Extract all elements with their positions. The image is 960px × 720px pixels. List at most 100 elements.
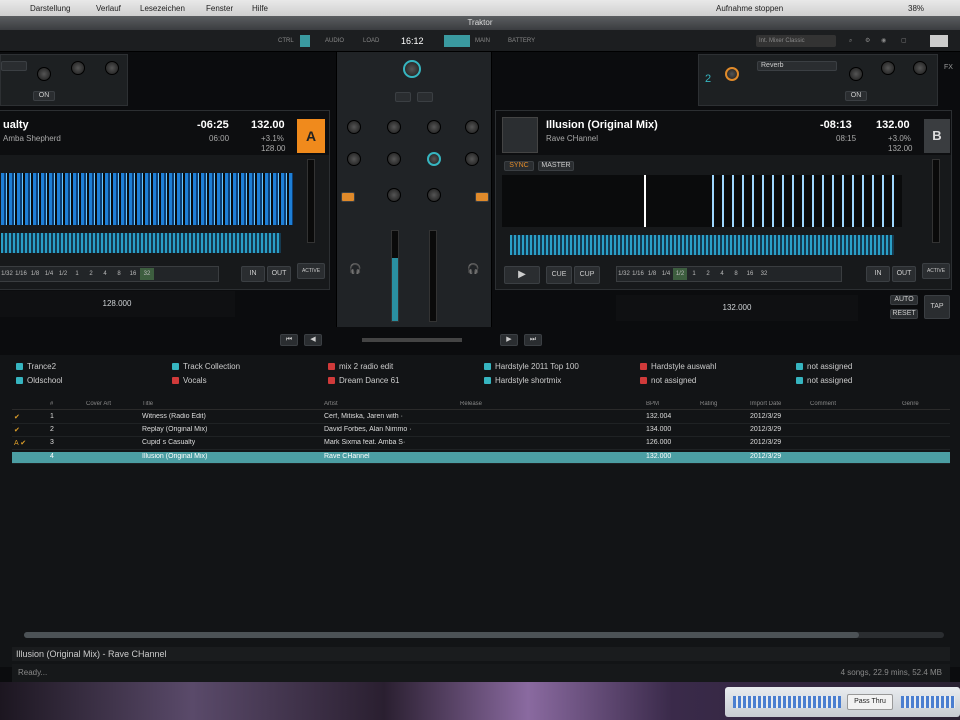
col-genre[interactable]: Genre: [902, 401, 919, 407]
next-button[interactable]: ⏭: [524, 334, 542, 346]
horizontal-scrollbar[interactable]: [24, 632, 944, 638]
fx2-dropdown[interactable]: Reverb: [757, 61, 837, 71]
deck-b-play-button[interactable]: ▶: [504, 266, 540, 284]
loop-b-4[interactable]: 4: [715, 268, 729, 280]
ch3-volume-fader[interactable]: [429, 230, 437, 322]
deck-a-waveform[interactable]: [1, 173, 293, 225]
loop-16[interactable]: 16: [126, 268, 140, 280]
mixer-left-toggle[interactable]: [395, 92, 411, 102]
loop-1-8[interactable]: 1/8: [28, 268, 42, 280]
deck-a-letter[interactable]: A: [297, 119, 325, 153]
layout-selector[interactable]: Int. Mixer Classic: [756, 35, 836, 47]
fav-dream-dance[interactable]: Dream Dance 61: [328, 376, 399, 385]
loop-2[interactable]: 2: [84, 268, 98, 280]
ch1-fx-button[interactable]: [341, 192, 355, 202]
loop-1-16[interactable]: 1/16: [14, 268, 28, 280]
loop-b-1-4[interactable]: 1/4: [659, 268, 673, 280]
ch2-eq-knob[interactable]: [387, 188, 401, 202]
loop-b-1-32[interactable]: 1/32: [617, 268, 631, 280]
fav-hardstyle-top100[interactable]: Hardstyle 2011 Top 100: [484, 362, 579, 371]
ch4-filter-knob[interactable]: [465, 152, 479, 166]
loop-4[interactable]: 4: [98, 268, 112, 280]
ch1-headphone-icon[interactable]: 🎧: [349, 264, 361, 275]
rec-button[interactable]: [444, 35, 470, 47]
table-row[interactable]: A ✔ 3 Cupid´s Casualty Mark Sixma feat. …: [12, 438, 950, 450]
loop-1-32[interactable]: 1/32: [0, 268, 14, 280]
loop-b-1-8[interactable]: 1/8: [645, 268, 659, 280]
loop-1-4[interactable]: 1/4: [42, 268, 56, 280]
loop-b-2[interactable]: 2: [701, 268, 715, 280]
prev-button[interactable]: ⏮: [280, 334, 298, 346]
fx1-on-button[interactable]: ON: [33, 91, 55, 101]
forward-button[interactable]: ▶: [500, 334, 518, 346]
deck-b-active-button[interactable]: ACTIVE: [922, 263, 950, 279]
col-release[interactable]: Release: [460, 401, 482, 407]
col-comment[interactable]: Comment: [810, 401, 836, 407]
pass-thru-button[interactable]: Pass Thru: [847, 694, 893, 710]
col-number[interactable]: #: [50, 401, 53, 407]
fav-trance2[interactable]: Trance2: [16, 362, 56, 371]
loop-b-1-2[interactable]: 1/2: [673, 268, 687, 280]
deck-b-sync-button[interactable]: SYNC: [504, 161, 534, 171]
menu-fenster[interactable]: Fenster: [206, 4, 233, 13]
menu-lesezeichen[interactable]: Lesezeichen: [140, 4, 185, 13]
ch2-filter-knob[interactable]: [387, 152, 401, 166]
deck-b-auto-button[interactable]: AUTO: [890, 295, 918, 305]
fx2-knob-1[interactable]: [849, 67, 863, 81]
ch4-gain-knob[interactable]: [465, 120, 479, 134]
fx1-dropdown[interactable]: [1, 61, 27, 71]
deck-b-in-button[interactable]: IN: [866, 266, 890, 282]
ch4-fx-button[interactable]: [475, 192, 489, 202]
crossfader[interactable]: [362, 338, 462, 342]
scroll-thumb[interactable]: [24, 632, 859, 638]
loop-1-2[interactable]: 1/2: [56, 268, 70, 280]
col-rating[interactable]: Rating: [700, 401, 717, 407]
ch1-filter-knob[interactable]: [347, 152, 361, 166]
fx2-knob-3[interactable]: [913, 61, 927, 75]
fx2-on-button[interactable]: ON: [845, 91, 867, 101]
deck-b-out-button[interactable]: OUT: [892, 266, 916, 282]
loop-b-16[interactable]: 16: [743, 268, 757, 280]
deck-b-reset-button[interactable]: RESET: [890, 309, 918, 319]
fav-track-collection[interactable]: Track Collection: [172, 362, 240, 371]
search-icon[interactable]: ⌕: [846, 35, 855, 47]
ch2-volume-fader[interactable]: [391, 230, 399, 322]
fav-vocals[interactable]: Vocals: [172, 376, 207, 385]
deck-b-waveform[interactable]: [502, 175, 902, 227]
deck-b-cup-button[interactable]: CUP: [574, 266, 600, 284]
col-cover-art[interactable]: Cover Art: [86, 401, 111, 407]
fx1-knob-2[interactable]: [71, 61, 85, 75]
fav-hardstyle-shortmix[interactable]: Hardstyle shortmix: [484, 376, 561, 385]
col-artist[interactable]: Artist: [324, 401, 338, 407]
deck-a-active-button[interactable]: ACTIVE: [297, 263, 325, 279]
deck-a-in-button[interactable]: IN: [241, 266, 265, 282]
ch2-gain-knob[interactable]: [387, 120, 401, 134]
help-icon[interactable]: ◉: [878, 35, 889, 47]
menu-hilfe[interactable]: Hilfe: [252, 4, 268, 13]
ch3-filter-knob[interactable]: [427, 152, 441, 166]
table-row[interactable]: ✔ 1 Witness (Radio Edit) Cerf, Mitiska, …: [12, 412, 950, 424]
deck-b-tempo-fader[interactable]: [932, 159, 940, 243]
ch1-gain-knob[interactable]: [347, 120, 361, 134]
deck-b-letter[interactable]: B: [924, 119, 950, 153]
mixer-right-toggle[interactable]: [417, 92, 433, 102]
loop-32[interactable]: 32: [140, 268, 154, 280]
loop-b-32[interactable]: 32: [757, 268, 771, 280]
fav-mix2[interactable]: mix 2 radio edit: [328, 362, 393, 371]
col-bpm[interactable]: BPM: [646, 401, 659, 407]
fx1-knob-1[interactable]: [37, 67, 51, 81]
table-row[interactable]: ✔ 2 Replay (Original Mix) David Forbes, …: [12, 425, 950, 437]
ch4-headphone-icon[interactable]: 🎧: [467, 264, 479, 275]
ch3-gain-knob[interactable]: [427, 120, 441, 134]
fullscreen-icon[interactable]: ▢: [898, 35, 910, 47]
deck-a-out-button[interactable]: OUT: [267, 266, 291, 282]
table-row-selected[interactable]: 4 Illusion (Original Mix) Rave CHannel 1…: [12, 452, 950, 464]
col-title[interactable]: Title: [142, 401, 153, 407]
loop-8[interactable]: 8: [112, 268, 126, 280]
deck-a-tempo-fader[interactable]: [307, 159, 315, 243]
ch3-eq-knob[interactable]: [427, 188, 441, 202]
col-import-date[interactable]: Import Date: [750, 401, 781, 407]
deck-b-cue-button[interactable]: CUE: [546, 266, 572, 284]
back-button[interactable]: ◀: [304, 334, 322, 346]
loop-1[interactable]: 1: [70, 268, 84, 280]
